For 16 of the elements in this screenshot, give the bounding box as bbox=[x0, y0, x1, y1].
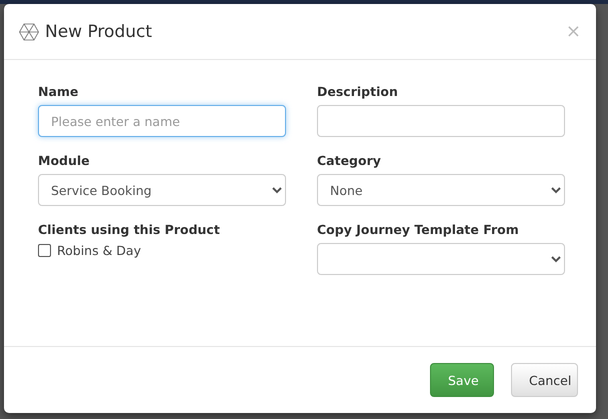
text-input-field[interactable] bbox=[317, 105, 565, 137]
checkbox-label[interactable]: Robins & Day bbox=[57, 243, 141, 258]
text-input-field[interactable]: Please enter a name bbox=[38, 105, 286, 137]
field-label: Module bbox=[38, 153, 91, 168]
field-label: Description bbox=[317, 84, 399, 99]
dialog-title: New Product bbox=[45, 22, 152, 42]
field-label: Clients using this Product bbox=[38, 222, 221, 237]
field-label: Name bbox=[38, 84, 80, 99]
dropdown-field[interactable]: Service Booking bbox=[38, 174, 286, 206]
field-label: Copy Journey Template From bbox=[317, 222, 520, 237]
dropdown-field[interactable]: None bbox=[317, 174, 565, 206]
hexagon-logo-icon bbox=[19, 22, 39, 40]
cancel-button[interactable]: Cancel bbox=[511, 363, 578, 397]
checkbox[interactable] bbox=[38, 244, 51, 257]
field-label: Category bbox=[317, 153, 382, 168]
dropdown-field[interactable] bbox=[317, 243, 565, 275]
